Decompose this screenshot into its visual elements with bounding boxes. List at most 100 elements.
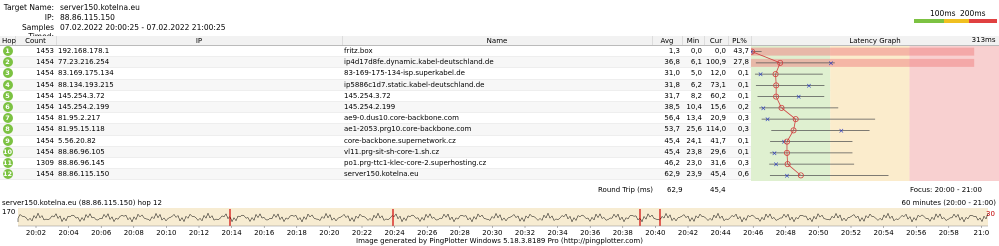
- timeline-tick-label: 20:26: [417, 229, 438, 237]
- legend-200ms: 200ms: [960, 9, 986, 18]
- hop-ip: 83.169.175.134: [56, 67, 342, 80]
- hop-name: core-backbone.supernetwork.cz: [342, 135, 652, 147]
- hop-name: ae1-2053.prg10.core-backbone.com: [342, 123, 652, 136]
- hop-ip: 145.254.3.72: [56, 90, 342, 102]
- hop-count: 1454: [15, 135, 56, 147]
- timeline-tick-label: 21:0: [974, 229, 990, 237]
- hop-avg: 62,9: [652, 168, 682, 181]
- hop-min: 23,9: [682, 168, 704, 181]
- hop-name: po1.prg-ttc1-klec-core-2.superhosting.cz: [342, 157, 652, 170]
- current-latency-mark: ×: [772, 149, 778, 157]
- hop-name: 145.254.2.199: [342, 101, 652, 114]
- hop-ip: 81.95.2.217: [56, 112, 342, 125]
- hop-cur: 20,9: [704, 112, 728, 125]
- timeline-chart[interactable]: 170 30 20:02 20:04 20:06 20:08 20:10 20:12 20:14…: [0, 206, 999, 238]
- hop-cur: 100,9: [704, 56, 728, 69]
- hop-number-badge: 1: [2, 46, 13, 56]
- hop-count: 1454: [15, 90, 56, 102]
- hop-cur: 41,7: [704, 135, 728, 147]
- hop-avg: 1,3: [652, 45, 682, 58]
- hop-ip: 192.168.178.1: [56, 45, 342, 58]
- roundtrip-label: Round Trip (ms): [598, 186, 654, 194]
- hop-number-badge: 6: [2, 102, 13, 112]
- hop-name: 145.254.3.72: [342, 90, 652, 102]
- col-latency-graph[interactable]: Latency Graph 313ms: [751, 36, 999, 46]
- hop-cur: 114,0: [704, 123, 728, 136]
- hop-number-badge: 8: [2, 124, 13, 134]
- hop-count: 1454: [15, 168, 56, 181]
- hop-min: 8,2: [682, 90, 704, 102]
- hop-cur: 15,6: [704, 101, 728, 114]
- hop-packet-loss: 0,2: [728, 101, 751, 114]
- hop-ip: 145.254.2.199: [56, 101, 342, 114]
- timeline-tick-label: 20:48: [776, 229, 796, 237]
- hop-count: 1453: [15, 45, 56, 58]
- hop-ip: 88.86.115.150: [56, 168, 342, 181]
- hop-min: 6,1: [682, 56, 704, 69]
- timeline-graph[interactable]: server150.kotelna.eu (88.86.115.150) hop…: [0, 199, 999, 237]
- hop-min: 25,6: [682, 123, 704, 136]
- hop-avg: 45,4: [652, 146, 682, 158]
- col-hop[interactable]: Hop: [0, 36, 16, 46]
- hop-cur: 12,0: [704, 67, 728, 80]
- hop-number-badge: 10: [2, 146, 13, 157]
- col-name[interactable]: Name: [342, 36, 653, 46]
- timeline-tick-label: 20:30: [482, 229, 502, 237]
- latency-graph-max: 313ms: [971, 36, 996, 44]
- hop-name: 83-169-175-134-isp.superkabel.de: [342, 67, 652, 80]
- hop-number-badge: 4: [2, 79, 13, 90]
- hop-min: 24,1: [682, 135, 704, 147]
- table-header-row: Hop Count IP Name Avg Min Cur PL% Latenc…: [0, 36, 999, 46]
- legend-100ms: 100ms: [930, 9, 956, 18]
- current-latency-mark: ×: [838, 127, 844, 135]
- hop-min: 0,0: [682, 45, 704, 58]
- current-latency-mark: ×: [806, 82, 812, 90]
- hop-name: ip4d17d8fe.dynamic.kabel-deutschland.de: [342, 56, 652, 69]
- current-latency-mark: ×: [773, 161, 779, 169]
- timeline-tick-label: 20:34: [548, 229, 569, 237]
- legend-yellow-bar: [944, 19, 969, 23]
- hop-number-badge: 5: [2, 90, 13, 101]
- timeline-tick-label: 20:20: [319, 229, 339, 237]
- timeline-tick-label: 20:18: [287, 229, 307, 237]
- packet-loss-bar: [751, 47, 975, 56]
- timeline-tick-label: 20:08: [124, 229, 144, 237]
- timeline-yright: 30: [986, 210, 995, 218]
- hop-min: 23,0: [682, 157, 704, 170]
- timeline-ymax: 170: [2, 208, 15, 216]
- timeline-tick-label: 20:38: [613, 229, 633, 237]
- hop-number-badge: 7: [2, 113, 13, 123]
- hop-name: ip5886c1d7.static.kabel-deutschland.de: [342, 79, 652, 91]
- hop-number-badge: 3: [2, 68, 13, 79]
- col-cur[interactable]: Cur: [704, 36, 729, 46]
- col-ip[interactable]: IP: [56, 36, 343, 46]
- hop-count: 1454: [15, 112, 56, 125]
- current-latency-mark: ×: [828, 59, 834, 67]
- hop-ip: 88.134.193.215: [56, 79, 342, 91]
- hop-avg: 36,8: [652, 56, 682, 69]
- col-avg[interactable]: Avg: [652, 36, 683, 46]
- focus-range: Focus: 20:00 - 21:00: [910, 186, 982, 194]
- col-count[interactable]: Count: [15, 36, 57, 46]
- legend-green-bar: [914, 19, 944, 23]
- hop-avg: 46,2: [652, 157, 682, 170]
- hop-name: fritz.box: [342, 45, 652, 58]
- hop-ip: 88.86.96.105: [56, 146, 342, 158]
- hop-count: 1454: [15, 67, 56, 80]
- ip-value: 88.86.115.150: [60, 13, 115, 22]
- hop-number-badge: 9: [2, 135, 13, 146]
- ip-label: IP:: [44, 13, 54, 22]
- hop-packet-loss: 27,8: [728, 56, 751, 69]
- hop-ip: 5.56.20.82: [56, 135, 342, 147]
- col-pl[interactable]: PL%: [728, 36, 752, 46]
- hop-packet-loss: 43,7: [728, 45, 751, 58]
- hop-cur: 45,4: [704, 168, 728, 181]
- current-latency-mark: ×: [765, 116, 771, 124]
- col-min[interactable]: Min: [682, 36, 705, 46]
- timeline-tick-label: 20:56: [906, 229, 927, 237]
- hop-avg: 31,7: [652, 90, 682, 102]
- hop-min: 6,2: [682, 79, 704, 91]
- latency-graph[interactable]: ××××××××××××: [751, 46, 999, 181]
- hop-packet-loss: 0,1: [728, 135, 751, 147]
- timeline-tick-label: 20:36: [580, 229, 601, 237]
